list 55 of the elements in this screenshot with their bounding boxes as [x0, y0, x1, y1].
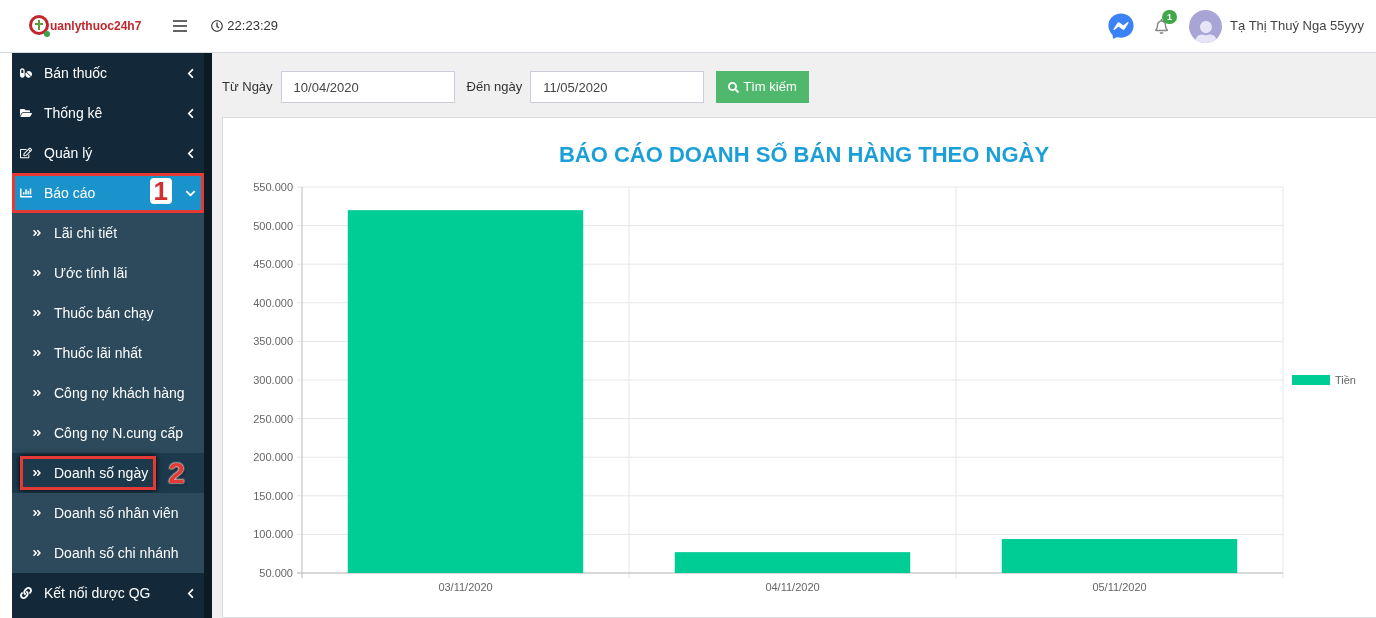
- y-tick-label: 400.000: [253, 296, 293, 309]
- sidebar-item[interactable]: Bán thuốc: [12, 53, 204, 93]
- y-tick-label: 200.000: [253, 451, 293, 464]
- step-number: 2: [168, 458, 185, 488]
- double-chevron-icon: [32, 228, 42, 238]
- x-tick-label: 04/11/2020: [765, 581, 820, 593]
- messenger-icon[interactable]: [1108, 13, 1135, 39]
- legend-label: Tiền: [1335, 374, 1356, 386]
- double-chevron-icon: [32, 548, 42, 558]
- x-tick-label: 03/11/2020: [438, 581, 493, 593]
- chevron-left-icon: [185, 67, 196, 79]
- pill-icon: [20, 67, 32, 79]
- double-chevron-icon: [32, 508, 42, 518]
- logo-text: uanlythuoc24h7: [50, 18, 142, 35]
- y-tick-label: 350.000: [253, 335, 293, 348]
- chevron-left-icon: [185, 147, 196, 159]
- to-date-field[interactable]: 11/05/2020: [530, 71, 705, 103]
- chevron-left-icon: [185, 107, 196, 119]
- link-icon: [20, 587, 32, 599]
- from-date-label: Từ Ngày: [222, 78, 273, 97]
- y-tick-label: 300.000: [253, 374, 293, 386]
- double-chevron-icon: [32, 428, 42, 438]
- y-tick-label: 250.000: [253, 412, 293, 425]
- y-tick-label: 450.000: [253, 258, 293, 271]
- step-number: 1: [149, 178, 172, 204]
- double-chevron-icon: [32, 308, 42, 318]
- logo-icon: [28, 14, 52, 38]
- avatar-icon[interactable]: [1189, 9, 1223, 43]
- menu-icon[interactable]: [173, 20, 188, 32]
- search-icon: [728, 81, 740, 93]
- clock-icon: [211, 20, 224, 32]
- double-chevron-icon: [32, 468, 42, 478]
- sidebar-item[interactable]: Quản lý: [12, 133, 204, 173]
- edit-icon: [20, 147, 32, 159]
- y-tick-label: 500.000: [253, 219, 293, 232]
- y-tick-label: 100.000: [253, 528, 293, 541]
- double-chevron-icon: [32, 348, 42, 358]
- notification-badge: 1: [1162, 9, 1178, 24]
- bar-chart-icon: [20, 187, 32, 199]
- to-date-label: Đến ngày: [466, 78, 523, 97]
- x-tick-label: 05/11/2020: [1092, 581, 1147, 593]
- from-date-field[interactable]: 10/04/2020: [280, 71, 455, 103]
- clock-time: 22:23:29: [227, 17, 278, 36]
- double-chevron-icon: [32, 268, 42, 278]
- double-chevron-icon: [32, 388, 42, 398]
- sidebar-item[interactable]: Kết nối dược QG: [12, 573, 204, 613]
- user-name[interactable]: Tạ Thị Thuý Nga 55yyy: [1230, 16, 1364, 36]
- sidebar-item[interactable]: Thống kê: [12, 93, 204, 133]
- folder-icon: [20, 107, 32, 119]
- y-tick-label: 550.000: [253, 181, 293, 193]
- submenu-item[interactable]: Doanh số ngày: [20, 456, 157, 490]
- y-tick-label: 50.000: [259, 567, 293, 579]
- chart-title: BÁO CÁO DOANH SỐ BÁN HÀNG THEO NGÀY: [558, 141, 1050, 169]
- y-tick-label: 150.000: [253, 489, 293, 502]
- chevron-left-icon: [185, 587, 196, 599]
